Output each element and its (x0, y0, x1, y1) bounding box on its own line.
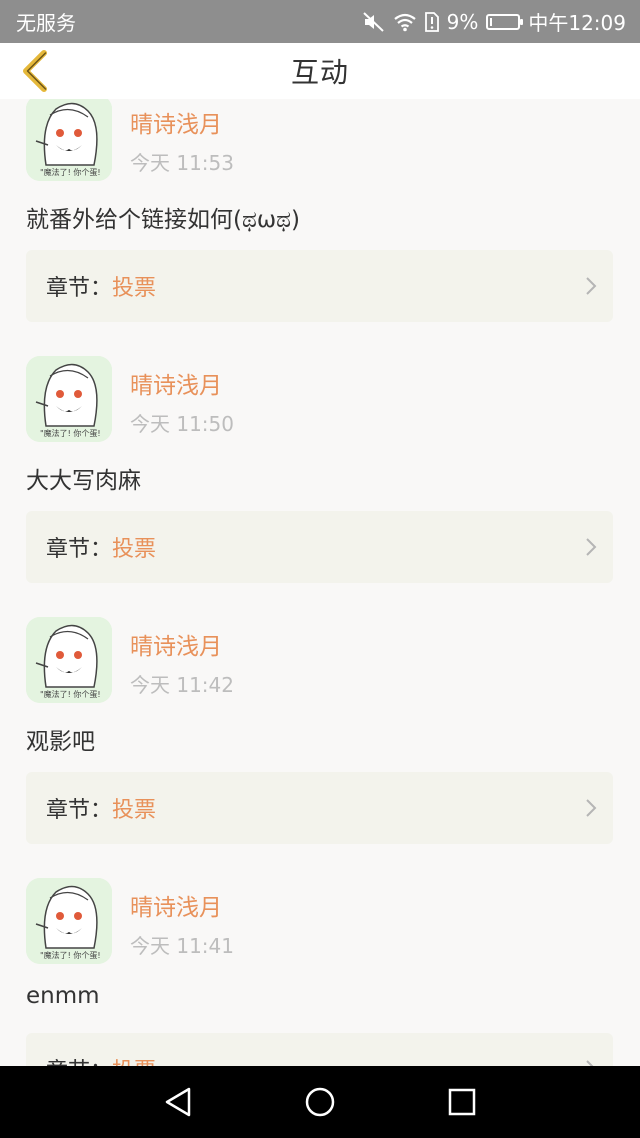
chapter-link[interactable]: 章节： 投票 (26, 250, 613, 322)
comment-item: "魔法了! 你个蛋! 晴诗浅月 今天 11:42 观影吧 章节： 投票 (0, 609, 640, 870)
username[interactable]: 晴诗浅月 (130, 627, 222, 661)
chapter-link[interactable]: 章节： 投票 (26, 511, 613, 583)
app-header: 互动 (0, 43, 640, 99)
page-title: 互动 (290, 56, 349, 89)
chevron-right-icon (586, 799, 597, 817)
chapter-label: 章节： (46, 276, 113, 301)
battery-icon (486, 13, 524, 30)
comment-time: 今天 11:50 (130, 412, 234, 436)
chapter-name: 投票 (112, 276, 157, 301)
avatar[interactable]: "魔法了! 你个蛋! (26, 356, 112, 442)
chevron-right-icon (586, 1060, 594, 1066)
chapter-label: 章节： (46, 798, 113, 823)
comment-time: 今天 11:41 (130, 934, 234, 958)
system-nav-bar (0, 1066, 640, 1138)
comment-item: "魔法了! 你个蛋! 晴诗浅月 今天 11:53 就番外给个链接如何(ಥωಥ) … (0, 99, 640, 348)
chevron-right-icon (586, 277, 597, 295)
chevron-right-icon (586, 538, 597, 556)
chevron-left-icon (23, 50, 47, 92)
home-circle-icon[interactable] (302, 1084, 338, 1120)
avatar-image: "魔法了! 你个蛋! (26, 878, 112, 964)
comment-text: enmm (26, 983, 100, 1009)
comment-item: "魔法了! 你个蛋! 晴诗浅月 今天 11:41 enmm 章节： 投票 (0, 870, 640, 1066)
comment-time: 今天 11:42 (130, 673, 234, 697)
svg-text:"魔法了! 你个蛋!: "魔法了! 你个蛋! (40, 950, 101, 960)
chapter-label: 章节： (46, 537, 113, 562)
recents-square-icon[interactable] (444, 1084, 480, 1120)
svg-text:"魔法了! 你个蛋!: "魔法了! 你个蛋! (40, 689, 101, 699)
avatar-image: "魔法了! 你个蛋! (26, 99, 112, 181)
carrier-label: 无服务 (16, 11, 76, 35)
comment-feed[interactable]: "魔法了! 你个蛋! 晴诗浅月 今天 11:53 就番外给个链接如何(ಥωಥ) … (0, 99, 640, 1066)
clock: 中午12:09 (528, 11, 626, 35)
status-bar: 无服务 9% 中午12:09 (0, 0, 640, 43)
comment-text: 观影吧 (26, 729, 95, 755)
chapter-label: 章节： (46, 1053, 112, 1066)
username[interactable]: 晴诗浅月 (130, 366, 222, 400)
battery-percent: 9% (446, 9, 479, 34)
back-button[interactable] (14, 49, 58, 93)
comment-text: 大大写肉麻 (26, 468, 141, 494)
avatar[interactable]: "魔法了! 你个蛋! (26, 878, 112, 964)
chapter-name: 投票 (112, 1053, 156, 1066)
avatar[interactable]: "魔法了! 你个蛋! (26, 617, 112, 703)
chapter-name: 投票 (112, 798, 157, 823)
chapter-link[interactable]: 章节： 投票 (26, 772, 613, 844)
username[interactable]: 晴诗浅月 (130, 888, 222, 922)
username[interactable]: 晴诗浅月 (130, 105, 222, 139)
mute-icon (362, 11, 385, 32)
avatar-image: "魔法了! 你个蛋! (26, 617, 112, 703)
sim-alert-icon (424, 11, 439, 32)
comment-time: 今天 11:53 (130, 151, 234, 175)
chapter-link[interactable]: 章节： 投票 (26, 1033, 613, 1066)
svg-text:"魔法了! 你个蛋!: "魔法了! 你个蛋! (40, 428, 101, 438)
back-triangle-icon[interactable] (160, 1084, 196, 1120)
avatar[interactable]: "魔法了! 你个蛋! (26, 99, 112, 181)
svg-text:"魔法了! 你个蛋!: "魔法了! 你个蛋! (40, 167, 101, 177)
battery-level (490, 17, 493, 26)
status-icons: 9% 中午12:09 (362, 7, 626, 36)
comment-item: "魔法了! 你个蛋! 晴诗浅月 今天 11:50 大大写肉麻 章节： 投票 (0, 348, 640, 609)
chapter-name: 投票 (112, 537, 157, 562)
wifi-icon (393, 12, 417, 32)
avatar-image: "魔法了! 你个蛋! (26, 356, 112, 442)
comment-text: 就番外给个链接如何(ಥωಥ) (26, 207, 300, 233)
